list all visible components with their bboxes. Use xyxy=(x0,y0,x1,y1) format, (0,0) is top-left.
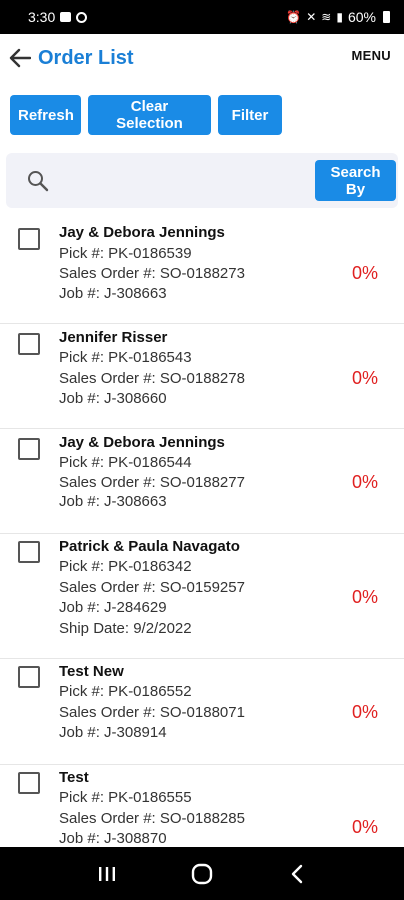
search-bar: Search By xyxy=(6,153,398,208)
refresh-button[interactable]: Refresh xyxy=(10,95,81,135)
order-pick-number: Pick #: PK-0186552 xyxy=(59,683,192,700)
back-icon xyxy=(291,864,302,883)
order-customer-name: Test xyxy=(59,769,89,786)
system-back-button[interactable] xyxy=(277,854,317,894)
back-button[interactable] xyxy=(0,34,40,82)
status-bar: 3:30 ⏰ ✕ ≋ ▮ 60% xyxy=(0,0,404,34)
order-sales-order: Sales Order #: SO-0188277 xyxy=(59,474,245,491)
row-checkbox[interactable] xyxy=(18,772,40,794)
order-pick-number: Pick #: PK-0186539 xyxy=(59,245,192,262)
order-sales-order: Sales Order #: SO-0188278 xyxy=(59,370,245,387)
battery-percent: 60% xyxy=(347,9,376,25)
recents-button[interactable] xyxy=(87,854,127,894)
order-job-number: Job #: J-308870 xyxy=(59,830,167,847)
order-row[interactable]: Jay & Debora Jennings Pick #: PK-0186539… xyxy=(0,218,404,324)
order-percent: 0% xyxy=(351,263,378,283)
order-sales-order: Sales Order #: SO-0159257 xyxy=(59,579,245,596)
order-job-number: Job #: J-284629 xyxy=(59,599,167,616)
order-sales-order: Sales Order #: SO-0188071 xyxy=(59,704,245,721)
search-by-label: Search By xyxy=(330,163,381,198)
status-left: 3:30 xyxy=(28,9,88,25)
order-list: Jay & Debora Jennings Pick #: PK-0186539… xyxy=(0,218,404,847)
clear-selection-button[interactable]: Clear Selection xyxy=(88,95,211,135)
order-pick-number: Pick #: PK-0186543 xyxy=(59,349,192,366)
recents-icon xyxy=(99,866,116,881)
mute-icon: ✕ xyxy=(306,10,317,24)
row-checkbox[interactable] xyxy=(18,438,40,460)
order-customer-name: Test New xyxy=(59,663,124,680)
status-right: ⏰ ✕ ≋ ▮ 60% xyxy=(286,9,390,25)
order-percent: 0% xyxy=(351,472,378,492)
page-title: Order List xyxy=(38,46,134,69)
order-sales-order: Sales Order #: SO-0188273 xyxy=(59,265,245,282)
order-job-number: Job #: J-308663 xyxy=(59,493,167,510)
order-row[interactable]: Jay & Debora Jennings Pick #: PK-0186544… xyxy=(0,429,404,534)
order-sales-order: Sales Order #: SO-0188285 xyxy=(59,810,245,827)
order-customer-name: Jay & Debora Jennings xyxy=(59,224,225,241)
row-checkbox[interactable] xyxy=(18,333,40,355)
row-checkbox[interactable] xyxy=(18,228,40,250)
row-checkbox[interactable] xyxy=(18,666,40,688)
order-customer-name: Jay & Debora Jennings xyxy=(59,434,225,451)
alarm-icon: ⏰ xyxy=(286,10,302,24)
order-pick-number: Pick #: PK-0186544 xyxy=(59,454,192,471)
order-percent: 0% xyxy=(351,368,378,388)
status-time: 3:30 xyxy=(28,9,56,25)
search-input[interactable] xyxy=(62,165,302,195)
order-job-number: Job #: J-308663 xyxy=(59,285,167,302)
toolbar: Refresh Clear Selection Filter xyxy=(10,95,282,135)
sync-notification-icon xyxy=(76,11,88,23)
order-pick-number: Pick #: PK-0186555 xyxy=(59,789,192,806)
order-percent: 0% xyxy=(351,817,378,837)
battery-icon xyxy=(383,11,390,23)
order-job-number: Job #: J-308914 xyxy=(59,724,167,741)
order-customer-name: Jennifer Risser xyxy=(59,329,168,346)
home-icon xyxy=(191,863,213,884)
order-percent: 0% xyxy=(351,587,378,607)
arrow-left-icon xyxy=(9,48,31,68)
app-bar: Order List MENU xyxy=(0,34,404,82)
system-nav-bar xyxy=(0,847,404,900)
search-by-button[interactable]: Search By xyxy=(315,160,396,201)
search-icon xyxy=(28,171,49,192)
menu-button[interactable]: MENU xyxy=(352,48,391,63)
order-customer-name: Patrick & Paula Navagato xyxy=(59,538,240,555)
order-ship-date: Ship Date: 9/2/2022 xyxy=(59,620,192,637)
wifi-icon: ≋ xyxy=(321,10,332,24)
order-row[interactable]: Patrick & Paula Navagato Pick #: PK-0186… xyxy=(0,534,404,659)
order-row[interactable]: Jennifer Risser Pick #: PK-0186543 Sales… xyxy=(0,324,404,429)
order-row[interactable]: Test Pick #: PK-0186555 Sales Order #: S… xyxy=(0,765,404,847)
home-button[interactable] xyxy=(182,854,222,894)
signal-icon: ▮ xyxy=(336,10,343,24)
order-pick-number: Pick #: PK-0186342 xyxy=(59,558,192,575)
gallery-notification-icon xyxy=(60,12,72,22)
order-percent: 0% xyxy=(351,702,378,722)
order-job-number: Job #: J-308660 xyxy=(59,390,167,407)
order-row[interactable]: Test New Pick #: PK-0186552 Sales Order … xyxy=(0,659,404,765)
filter-button[interactable]: Filter xyxy=(218,95,282,135)
row-checkbox[interactable] xyxy=(18,541,40,563)
